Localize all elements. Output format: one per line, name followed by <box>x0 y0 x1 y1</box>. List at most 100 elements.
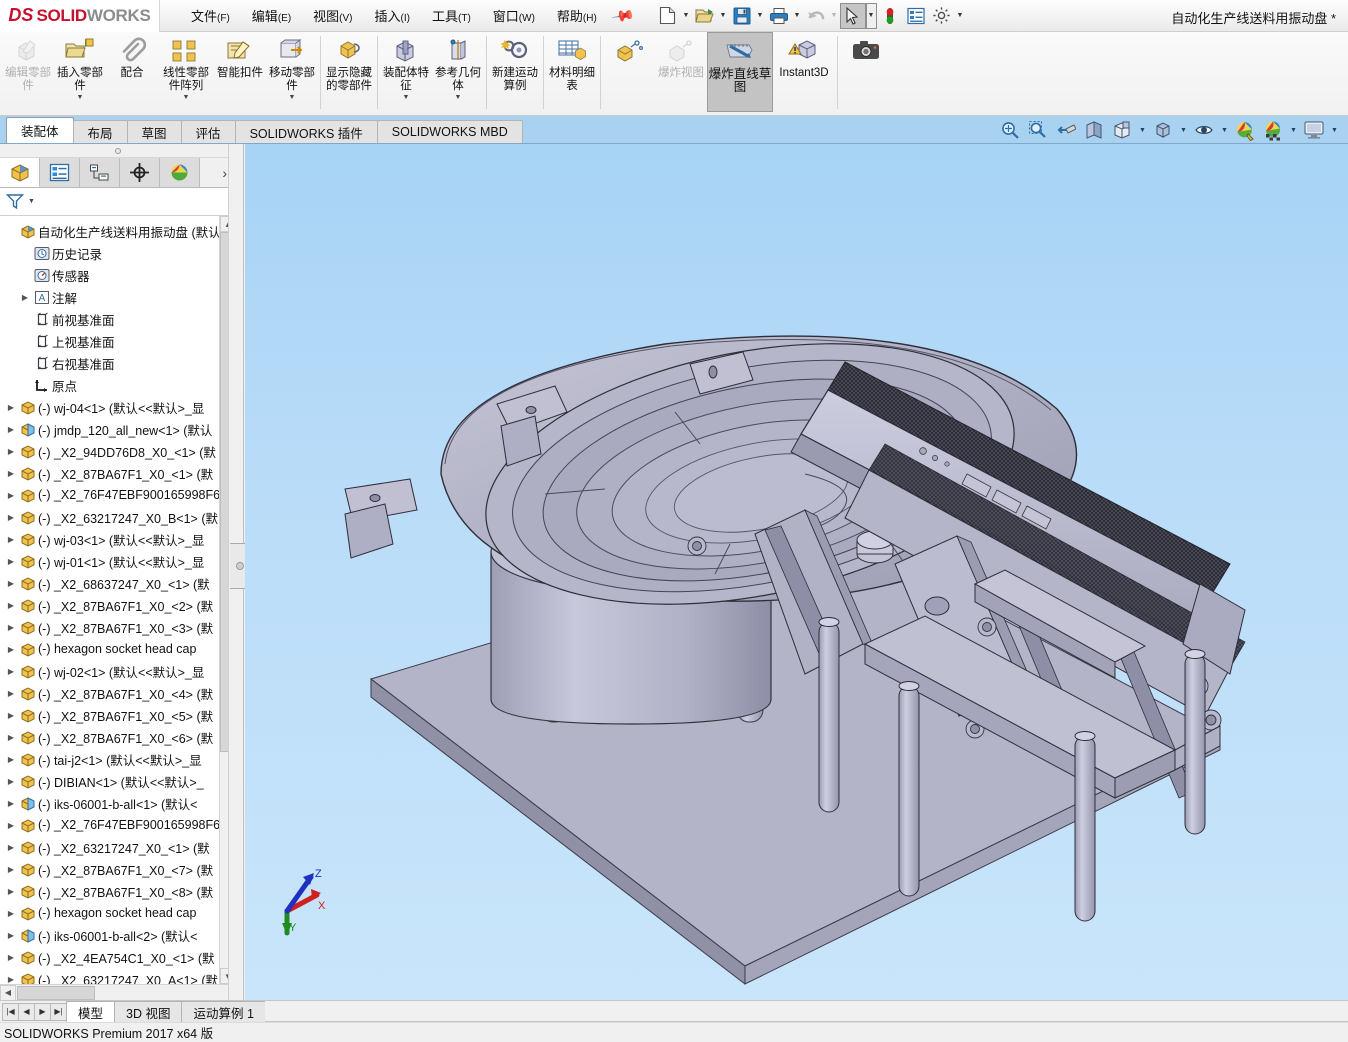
menu-window[interactable]: 窗口(W) <box>482 2 546 29</box>
ribbon-snapshot[interactable] <box>840 32 892 112</box>
display-style-caret[interactable]: ▼ <box>1178 118 1189 142</box>
menu-insert[interactable]: 插入(I) <box>364 2 421 29</box>
view-orientation-icon[interactable] <box>1109 118 1135 142</box>
expand-arrow-icon[interactable]: ▶ <box>4 425 18 434</box>
menu-view[interactable]: 视图(V) <box>302 2 363 29</box>
undo-caret[interactable]: ▼ <box>829 3 840 29</box>
expand-arrow-icon[interactable]: ▶ <box>4 645 18 654</box>
apply-scene-caret[interactable]: ▼ <box>1288 118 1299 142</box>
print-caret[interactable]: ▼ <box>792 3 803 29</box>
menu-edit[interactable]: 编辑(E) <box>241 2 302 29</box>
feature-tree-item[interactable]: ▶(-) tai-j2<1> (默认<<默认>_显 <box>0 748 235 770</box>
tab-assembly[interactable]: 装配体 <box>6 117 74 143</box>
pin-icon[interactable]: 📌 <box>610 3 636 28</box>
feature-tree-item[interactable]: 右视基准面 <box>0 352 235 374</box>
tab-solidworks-mbd[interactable]: SOLIDWORKS MBD <box>377 120 523 143</box>
expand-arrow-icon[interactable]: ▶ <box>4 733 18 742</box>
dimxpert-manager-tab[interactable] <box>120 158 160 187</box>
ribbon-show-hidden-components[interactable]: 显示隐藏的零部件 <box>323 32 375 112</box>
expand-arrow-icon[interactable]: ▶ <box>4 821 18 830</box>
feature-tree-item[interactable]: ▶(-) _X2_76F47EBF900165998F6 <box>0 484 235 506</box>
tab-evaluate[interactable]: 评估 <box>181 120 236 143</box>
view-orientation-caret[interactable]: ▼ <box>1137 118 1148 142</box>
gear-settings-caret[interactable]: ▼ <box>955 3 966 29</box>
expand-arrow-icon[interactable]: ▶ <box>4 887 18 896</box>
section-view-icon[interactable] <box>1081 118 1107 142</box>
feature-tree-item[interactable]: ▶(-) _X2_63217247_X0_A<1> (默 <box>0 968 235 984</box>
tab-layout[interactable]: 布局 <box>73 120 128 143</box>
expand-arrow-icon[interactable]: ▶ <box>4 403 18 412</box>
tab-sketch[interactable]: 草图 <box>127 120 182 143</box>
feature-tree-item[interactable]: ▶(-) hexagon socket head cap <box>0 902 235 924</box>
expand-arrow-icon[interactable]: ▶ <box>4 931 18 940</box>
feature-tree-item[interactable]: ▶(-) _X2_68637247_X0_<1> (默 <box>0 572 235 594</box>
expand-arrow-icon[interactable]: ▶ <box>4 777 18 786</box>
first-record-icon[interactable]: |◀ <box>2 1003 19 1021</box>
expand-arrow-icon[interactable]: ▶ <box>4 667 18 676</box>
feature-tree-item[interactable]: ▶(-) _X2_94DD76D8_X0_<1> (默 <box>0 440 235 462</box>
tab-solidworks-addins[interactable]: SOLIDWORKS 插件 <box>235 120 378 143</box>
select-cursor-icon[interactable] <box>840 3 866 29</box>
feature-tree-item[interactable]: ▶(-) wj-03<1> (默认<<默认>_显 <box>0 528 235 550</box>
select-cursor-caret[interactable]: ▼ <box>866 3 877 29</box>
ribbon-move-component-caret[interactable]: ▼ <box>289 94 296 101</box>
expand-arrow-icon[interactable]: ▶ <box>4 601 18 610</box>
expand-arrow-icon[interactable]: ▶ <box>4 975 18 984</box>
feature-tree-item[interactable]: 原点 <box>0 374 235 396</box>
hide-show-items-caret[interactable]: ▼ <box>1219 118 1230 142</box>
ribbon-instant3d[interactable]: 爆炸直线草图 <box>707 32 773 112</box>
feature-tree-filter[interactable]: ▼ <box>0 188 235 216</box>
ribbon-bill-of-materials[interactable]: 材料明细表 <box>546 32 598 112</box>
feature-tree[interactable]: ▲ ▼ 自动化生产线送料用振动盘 (默认<显历史记录传感器▶A注解前视基准面上视… <box>0 216 235 984</box>
feature-tree-item[interactable]: ▶(-) _X2_87BA67F1_X0_<8> (默 <box>0 880 235 902</box>
ribbon-reference-geometry[interactable]: 参考几何体 ▼ <box>432 32 484 112</box>
ribbon-reference-geometry-caret[interactable]: ▼ <box>455 94 462 101</box>
feature-tree-item[interactable]: ▶(-) _X2_87BA67F1_X0_<1> (默 <box>0 462 235 484</box>
display-style-icon[interactable] <box>1150 118 1176 142</box>
hide-show-items-icon[interactable] <box>1191 118 1217 142</box>
expand-arrow-icon[interactable]: ▶ <box>4 623 18 632</box>
options-list-icon[interactable] <box>903 3 929 29</box>
ribbon-mate[interactable]: 配合 <box>106 32 158 112</box>
expand-arrow-icon[interactable]: ▶ <box>4 491 18 500</box>
ribbon-insert-component-caret[interactable]: ▼ <box>77 94 84 101</box>
menu-help[interactable]: 帮助(H) <box>546 2 608 29</box>
expand-arrow-icon[interactable]: ▶ <box>4 865 18 874</box>
expand-arrow-icon[interactable]: ▶ <box>4 755 18 764</box>
feature-tree-item[interactable]: 传感器 <box>0 264 235 286</box>
expand-arrow-icon[interactable]: ▶ <box>4 557 18 566</box>
tree-scroll-left-button[interactable]: ◀ <box>0 985 16 1001</box>
expand-arrow-icon[interactable]: ▶ <box>4 469 18 478</box>
apply-scene-icon[interactable] <box>1260 118 1286 142</box>
feature-tree-item[interactable]: ▶(-) _X2_87BA67F1_X0_<4> (默 <box>0 682 235 704</box>
graphics-viewport[interactable]: X Y Z <box>245 144 1348 1000</box>
save-icon[interactable] <box>729 3 755 29</box>
menu-tools[interactable]: 工具(T) <box>421 2 482 29</box>
undo-icon[interactable] <box>803 3 829 29</box>
feature-tree-item[interactable]: ▶(-) hexagon socket head cap <box>0 638 235 660</box>
feature-tree-item[interactable]: ▶(-) _X2_87BA67F1_X0_<6> (默 <box>0 726 235 748</box>
feature-tree-item[interactable]: ▶(-) _X2_63217247_X0_B<1> (默 <box>0 506 235 528</box>
feature-tree-item[interactable]: 历史记录 <box>0 242 235 264</box>
configuration-manager-tab[interactable] <box>80 158 120 187</box>
feature-tree-item[interactable]: ▶(-) wj-02<1> (默认<<默认>_显 <box>0 660 235 682</box>
ribbon-linear-pattern-caret[interactable]: ▼ <box>183 94 190 101</box>
feature-tree-item[interactable]: ▶(-) _X2_87BA67F1_X0_<7> (默 <box>0 858 235 880</box>
ribbon-move-component[interactable]: 移动零部件 ▼ <box>266 32 318 112</box>
expand-arrow-icon[interactable]: ▶ <box>4 711 18 720</box>
expand-arrow-icon[interactable]: ▶ <box>18 293 32 302</box>
new-document-caret[interactable]: ▼ <box>681 3 692 29</box>
view-settings-caret[interactable]: ▼ <box>1329 118 1340 142</box>
bottom-tab-model[interactable]: 模型 <box>66 1001 115 1022</box>
ribbon-update-speedpak[interactable]: Instant3D <box>773 32 835 112</box>
open-folder-caret[interactable]: ▼ <box>718 3 729 29</box>
last-record-icon[interactable]: ▶| <box>50 1003 67 1021</box>
feature-tree-item[interactable]: ▶A注解 <box>0 286 235 308</box>
feature-tree-item[interactable]: 前视基准面 <box>0 308 235 330</box>
feature-tree-item[interactable]: ▶(-) iks-06001-b-all<2> (默认< <box>0 924 235 946</box>
print-icon[interactable] <box>766 3 792 29</box>
bottom-tab-3d-views[interactable]: 3D 视图 <box>114 1001 182 1022</box>
feature-tree-root[interactable]: 自动化生产线送料用振动盘 (默认<显 <box>0 220 235 242</box>
expand-arrow-icon[interactable]: ▶ <box>4 513 18 522</box>
expand-arrow-icon[interactable]: ▶ <box>4 535 18 544</box>
